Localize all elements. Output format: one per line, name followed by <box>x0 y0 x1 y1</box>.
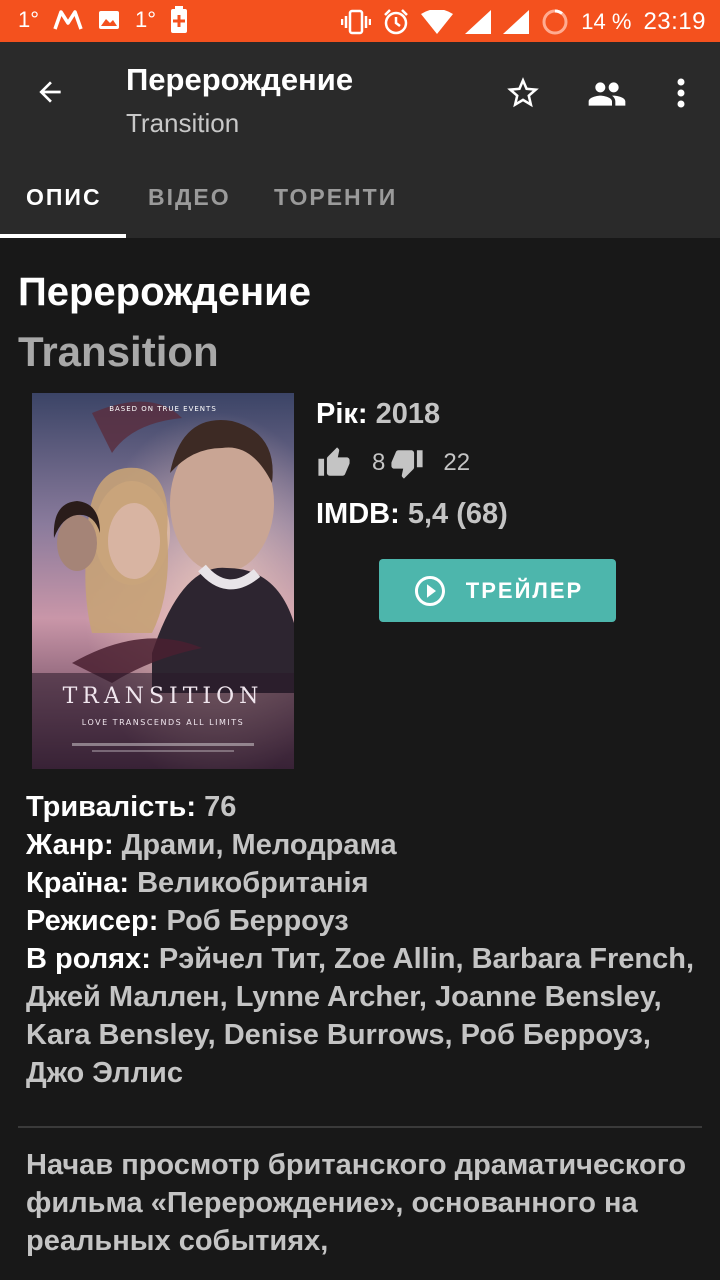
poster-title-text: TRANSITION <box>63 684 264 709</box>
app-bar: Перерождение Transition ОПИС ВІДЕО ТОРЕН… <box>0 42 720 238</box>
genre-value: Драми, Мелодрама <box>121 829 397 861</box>
people-icon <box>588 82 626 106</box>
country-label: Країна <box>26 867 120 899</box>
cast-row: В ролях: Рэйчел Тит, Zoe Allin, Barbara … <box>26 943 695 1089</box>
details-block: Тривалість: 76 Жанр: Драми, Мелодрама Кр… <box>26 788 696 1092</box>
year-value: 2018 <box>375 398 441 430</box>
arrow-back-icon <box>39 81 61 103</box>
duration-label: Тривалість <box>26 791 187 823</box>
status-bar-right: 14 % 23:19 <box>341 8 706 36</box>
director-row: Режисер: Роб Берроуз <box>26 905 349 937</box>
divider <box>18 1126 702 1128</box>
director-label: Режисер <box>26 905 149 937</box>
wifi-icon <box>421 9 454 35</box>
alarm-icon <box>383 9 409 35</box>
genre-label: Жанр <box>26 829 104 861</box>
movie-description: Начав просмотр британского драматическог… <box>26 1149 687 1257</box>
back-button[interactable] <box>28 70 72 114</box>
thumbs-up-icon[interactable] <box>316 446 352 480</box>
app-bar-subtitle: Transition <box>126 108 240 138</box>
imdb-row: IMDB: 5,4 (68) <box>316 498 508 530</box>
content-area[interactable]: Перерождение Transition BASED ON TRUE EV… <box>0 238 720 1280</box>
m-logo-icon <box>53 7 83 33</box>
trailer-label: ТРЕЙЛЕР <box>465 577 584 603</box>
more-options-button[interactable] <box>666 70 696 116</box>
cast-label: В ролях <box>26 943 142 975</box>
temperature-text: 1° <box>18 7 40 32</box>
temperature-text-2: 1° <box>135 7 157 32</box>
likes-count: 8 <box>372 449 386 476</box>
image-icon <box>97 7 121 33</box>
genre-row: Жанр: Драми, Мелодрама <box>26 829 397 861</box>
battery-ring-icon <box>541 9 569 35</box>
trailer-button[interactable]: ТРЕЙЛЕР <box>379 559 616 622</box>
duration-row: Тривалість: 76 <box>26 791 237 823</box>
vibrate-icon <box>341 9 372 35</box>
people-button[interactable] <box>584 72 630 116</box>
tab-description[interactable]: ОПИС <box>26 184 102 211</box>
favorite-button[interactable] <box>500 70 546 116</box>
votes-row: 8 22 <box>316 446 470 480</box>
signal-icon <box>465 9 492 35</box>
star-outline-icon <box>507 77 539 108</box>
dislikes-count: 22 <box>443 449 471 476</box>
movie-title: Перерождение <box>18 270 312 314</box>
movie-poster[interactable]: BASED ON TRUE EVENTS TRANSITION LOVE TRA… <box>32 393 294 769</box>
tab-video[interactable]: ВІДЕО <box>148 184 231 211</box>
country-row: Країна: Великобританія <box>26 867 369 899</box>
play-circle-icon <box>414 575 445 606</box>
thumbs-down-icon[interactable] <box>389 446 425 480</box>
signal-icon-2 <box>503 9 530 35</box>
status-bar: 1° 1° 14 % 23:19 <box>0 0 720 42</box>
clock-time: 23:19 <box>643 8 706 35</box>
year-label: Рік <box>316 398 358 430</box>
app-bar-title: Перерождение <box>126 62 354 97</box>
battery-plus-icon <box>170 6 188 33</box>
director-value: Роб Берроуз <box>166 905 349 937</box>
imdb-value: 5,4 (68) <box>407 498 508 530</box>
movie-original-title: Transition <box>18 328 219 375</box>
more-vert-icon <box>677 78 685 108</box>
tab-torrents[interactable]: ТОРЕНТИ <box>274 184 397 211</box>
tab-bar: ОПИС ВІДЕО ТОРЕНТИ <box>0 174 720 238</box>
imdb-label: IMDB <box>316 498 391 530</box>
duration-value: 76 <box>204 791 237 823</box>
year-row: Рік: 2018 <box>316 398 441 430</box>
country-value: Великобританія <box>137 867 369 899</box>
battery-percent: 14 % <box>581 9 632 34</box>
poster-top-text: BASED ON TRUE EVENTS <box>109 405 217 413</box>
poster-tagline-text: LOVE TRANSCENDS ALL LIMITS <box>82 718 244 727</box>
status-bar-left: 1° 1° <box>18 6 188 33</box>
